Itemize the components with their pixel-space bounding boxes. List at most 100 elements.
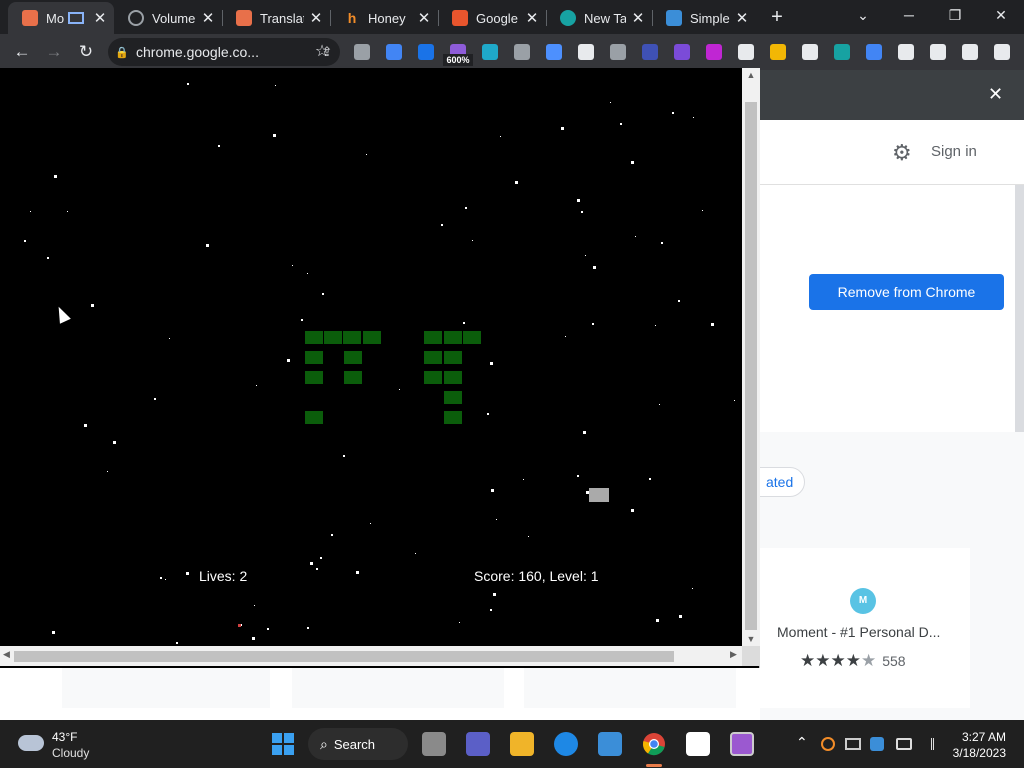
extension-card[interactable]: M Moment - #1 Personal D... ★★★★★ 558: [760, 548, 970, 708]
tab-title: Honey: [368, 10, 406, 26]
extension-icon[interactable]: [834, 44, 850, 60]
bookmark-star-icon[interactable]: ☆: [311, 40, 333, 64]
star-dot: [585, 255, 586, 256]
tab-honey[interactable]: h Honey ✕: [330, 4, 438, 32]
star-dot: [84, 424, 87, 427]
store-scrollbar[interactable]: [1015, 185, 1024, 435]
close-icon[interactable]: ✕: [92, 9, 108, 27]
url-text[interactable]: chrome.google.co...: [136, 44, 314, 60]
star-dot: [679, 615, 682, 618]
tab-title: New Ta: [584, 10, 626, 26]
tab-moment[interactable]: Mo ✕: [8, 2, 114, 34]
address-bar[interactable]: 🔒 chrome.google.co... ⇪: [108, 38, 340, 66]
tab-favicon: [666, 10, 682, 26]
extension-icon[interactable]: [514, 44, 530, 60]
close-icon[interactable]: ✕: [308, 9, 324, 27]
close-icon[interactable]: ✕: [734, 9, 750, 27]
extension-icon[interactable]: [418, 44, 434, 60]
weather-condition[interactable]: Cloudy: [52, 746, 89, 760]
clock-date[interactable]: 3/18/2023: [946, 746, 1006, 760]
extension-icon[interactable]: [770, 44, 786, 60]
extension-icon[interactable]: [482, 44, 498, 60]
store-banner: ✕: [760, 70, 1024, 120]
extension-icon[interactable]: [386, 44, 402, 60]
new-tab-button[interactable]: +: [765, 5, 789, 29]
clock-time[interactable]: 3:27 AM: [956, 730, 1006, 744]
tab-new-tab[interactable]: New Ta ✕: [546, 4, 652, 32]
extension-icon[interactable]: [354, 44, 370, 60]
honey-tray-icon[interactable]: [821, 737, 835, 751]
tab-google[interactable]: Google ✕: [438, 4, 546, 32]
extension-icon[interactable]: [930, 44, 946, 60]
chrome-icon[interactable]: [642, 732, 666, 756]
weather-temperature[interactable]: 43°F: [52, 730, 77, 744]
close-icon[interactable]: ✕: [416, 9, 432, 27]
cloud-icon[interactable]: [18, 735, 44, 751]
gear-icon[interactable]: ⚙: [892, 140, 912, 166]
tab-translate[interactable]: Translat ✕: [222, 4, 330, 32]
visual-studio-icon[interactable]: [686, 732, 710, 756]
extension-icon[interactable]: [578, 44, 594, 60]
scrollbar-thumb[interactable]: [14, 651, 674, 662]
teams-chat-icon[interactable]: [466, 732, 490, 756]
horizontal-scrollbar[interactable]: ◀ ▶: [0, 646, 742, 666]
picture-in-picture-icon: [68, 12, 84, 24]
task-view-icon[interactable]: [422, 732, 446, 756]
show-hidden-icons[interactable]: ⌃: [796, 734, 808, 751]
scroll-left-icon[interactable]: ◀: [3, 649, 10, 660]
scroll-right-icon[interactable]: ▶: [730, 649, 737, 660]
minimize-button[interactable]: ─: [886, 0, 932, 30]
close-icon[interactable]: ✕: [988, 84, 1003, 105]
edge-icon[interactable]: [554, 732, 578, 756]
reload-button[interactable]: ↻: [74, 40, 98, 64]
forward-button[interactable]: →: [42, 40, 66, 64]
tab-search-button[interactable]: ⌄: [840, 0, 886, 30]
tab-favicon: [560, 10, 576, 26]
network-tray-icon[interactable]: [845, 738, 861, 750]
scroll-down-icon[interactable]: ▼: [742, 634, 760, 644]
lock-icon[interactable]: 🔒: [108, 46, 136, 59]
remove-from-chrome-button[interactable]: Remove from Chrome: [809, 274, 1004, 310]
star-dot: [320, 557, 322, 559]
web-store-page: ✕ ⚙ Sign in Remove from Chrome ated M Mo…: [730, 70, 1024, 720]
vertical-scrollbar[interactable]: ▲ ▼: [742, 68, 760, 646]
star-dot: [496, 519, 497, 520]
extension-icon[interactable]: [898, 44, 914, 60]
scroll-up-icon[interactable]: ▲: [742, 70, 760, 80]
extension-icon[interactable]: [962, 44, 978, 60]
extension-icon[interactable]: [738, 44, 754, 60]
star-dot: [711, 323, 714, 326]
extension-icon[interactable]: [610, 44, 626, 60]
game-canvas[interactable]: Lives: 2 Score: 160, Level: 1: [0, 68, 742, 646]
card-title[interactable]: Moment - #1 Personal D...: [777, 624, 967, 640]
security-tray-icon[interactable]: [870, 737, 884, 751]
extension-icon[interactable]: [802, 44, 818, 60]
windows-start-icon[interactable]: [272, 733, 294, 755]
display-tray-icon[interactable]: [896, 738, 912, 750]
extension-icon[interactable]: [546, 44, 562, 60]
tab-strip: Mo ✕ Volume ✕ Translat ✕ h Honey ✕ Googl…: [0, 0, 1024, 34]
store-icon[interactable]: [598, 732, 622, 756]
star-dot: [565, 336, 566, 337]
back-button[interactable]: ←: [10, 40, 34, 64]
extension-icon[interactable]: [674, 44, 690, 60]
tab-simple[interactable]: Simple ✕: [652, 4, 756, 32]
extension-icon[interactable]: [706, 44, 722, 60]
close-icon[interactable]: ✕: [524, 9, 540, 27]
star-dot: [702, 210, 703, 211]
scrollbar-thumb[interactable]: [745, 102, 757, 630]
volume-tray-icon[interactable]: [920, 738, 934, 750]
restore-button[interactable]: ❐: [932, 0, 978, 30]
extension-icon[interactable]: [994, 44, 1010, 60]
tab-volume[interactable]: Volume ✕: [114, 4, 222, 32]
taskbar-search[interactable]: ⌕ Search: [308, 728, 408, 760]
close-icon[interactable]: ✕: [200, 9, 216, 27]
invader-block: [424, 351, 442, 364]
close-icon[interactable]: ✕: [630, 9, 646, 27]
sign-in-link[interactable]: Sign in: [931, 143, 977, 160]
close-window-button[interactable]: ✕: [978, 0, 1024, 30]
terminal-icon[interactable]: [730, 732, 754, 756]
file-explorer-icon[interactable]: [510, 732, 534, 756]
extension-icon[interactable]: [866, 44, 882, 60]
extension-icon[interactable]: [642, 44, 658, 60]
